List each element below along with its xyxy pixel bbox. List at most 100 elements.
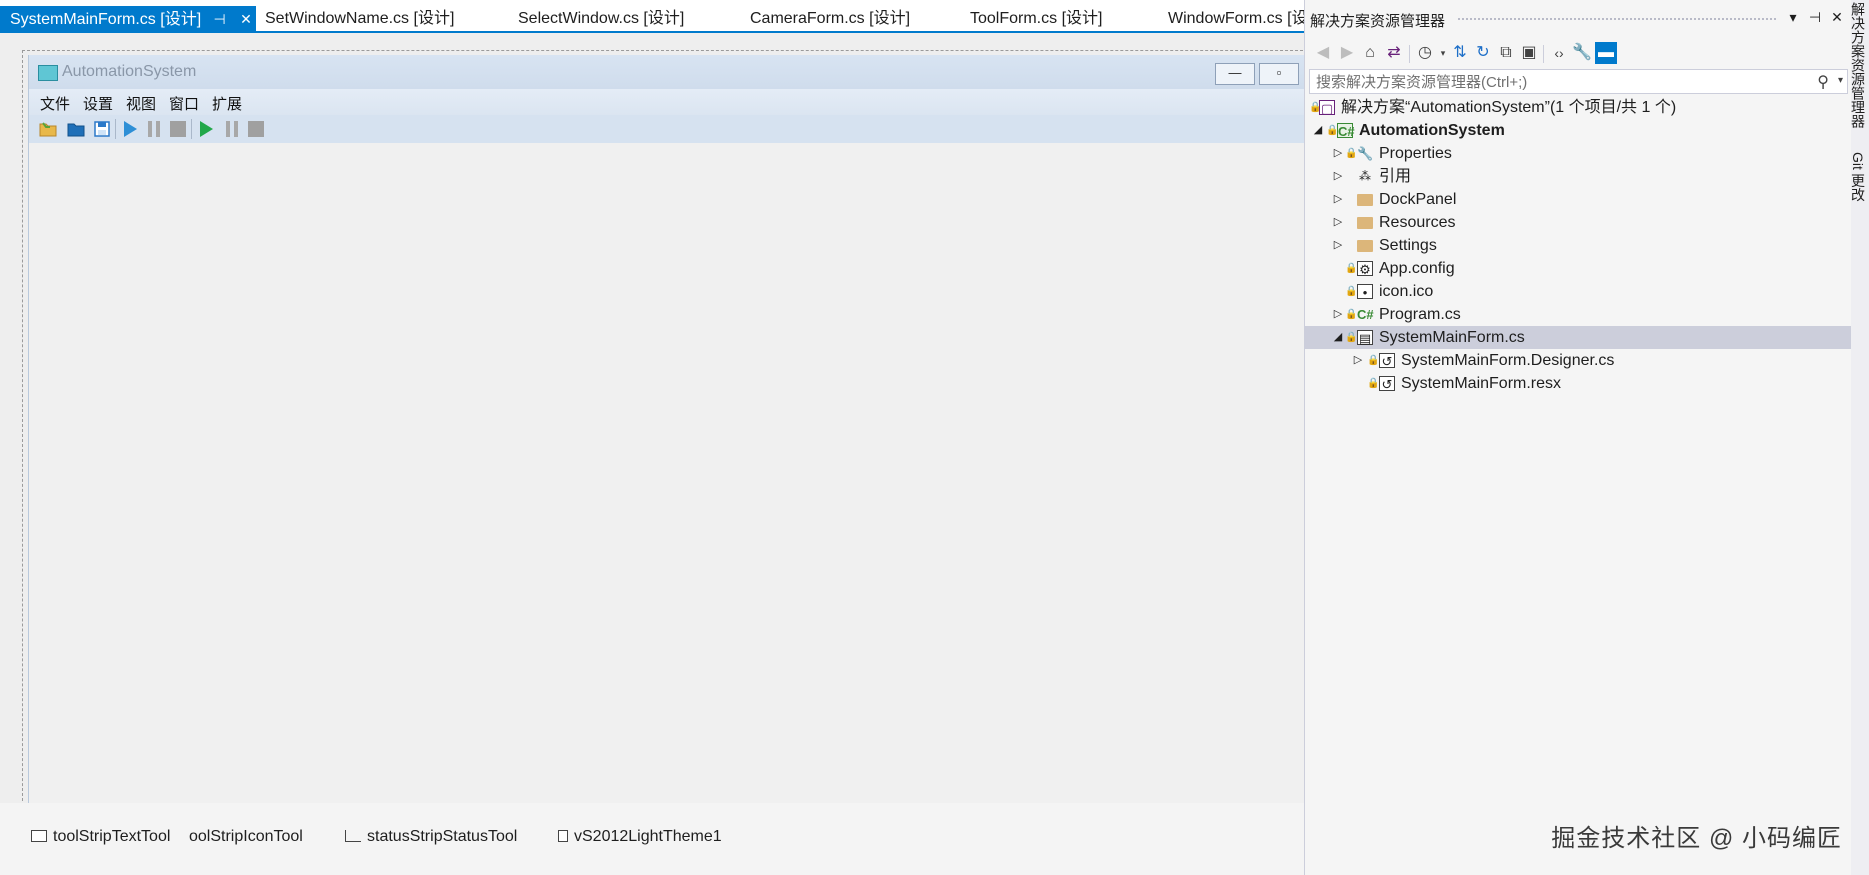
toolstrip-icon: [31, 830, 47, 842]
dropdown-icon[interactable]: ▾: [1784, 9, 1802, 26]
tree-item-dockpanel[interactable]: ▷ DockPanel: [1305, 188, 1852, 211]
play-green-icon[interactable]: [197, 120, 215, 138]
tree-item-systemmainform-cs[interactable]: ◢ 🔒 ▤ SystemMainForm.cs: [1305, 326, 1852, 349]
icon-file-icon: •: [1357, 284, 1373, 300]
tab-setwindowname-design[interactable]: SetWindowName.cs [设计]: [255, 6, 454, 31]
tab-selectwindow-design[interactable]: SelectWindow.cs [设计]: [508, 6, 684, 31]
restore-button[interactable]: ▫: [1259, 63, 1299, 85]
tray-item-toolstriptexttool[interactable]: toolStripTextTool: [31, 828, 170, 846]
tree-item-label: SystemMainForm.Designer.cs: [1401, 352, 1615, 369]
tab-systemmainform-design[interactable]: SystemMainForm.cs [设计] ⊣ ✕: [0, 6, 256, 33]
tree-item-label: 引用: [1379, 168, 1412, 185]
collapse-all-icon[interactable]: ⧉: [1496, 43, 1516, 63]
expander-collapsed-icon[interactable]: ▷: [1331, 188, 1345, 211]
menu-window[interactable]: 窗口: [169, 93, 199, 114]
tree-item-designer-cs[interactable]: ▷ 🔒 ↺ SystemMainForm.Designer.cs: [1305, 349, 1852, 372]
minimize-button[interactable]: —: [1215, 63, 1255, 85]
tree-item-settings[interactable]: ▷ Settings: [1305, 234, 1852, 257]
tree-item-program-cs[interactable]: ▷ 🔒 C# Program.cs: [1305, 303, 1852, 326]
tree-item-label: SystemMainForm.resx: [1401, 375, 1562, 392]
tab-label: SelectWindow.cs [设计]: [518, 10, 685, 27]
preview-icon[interactable]: ▬: [1595, 42, 1617, 64]
expander-expanded-icon[interactable]: ◢: [1331, 326, 1345, 349]
stop-icon[interactable]: [247, 120, 265, 138]
side-tab-solution-explorer[interactable]: 解决方案资源管理器: [1850, 2, 1868, 128]
tree-item-resx[interactable]: 🔒 ↺ SystemMainForm.resx: [1305, 372, 1852, 395]
refresh-icon[interactable]: ↻: [1473, 43, 1493, 63]
tray-item-label: statusStripStatusTool: [367, 828, 518, 845]
resx-file-icon: ↺: [1379, 376, 1395, 392]
chevron-down-icon[interactable]: ▾: [1838, 75, 1843, 86]
folder-icon[interactable]: [67, 120, 85, 138]
menu-file[interactable]: 文件: [40, 93, 70, 114]
tree-item-resources[interactable]: ▷ Resources: [1305, 211, 1852, 234]
side-tab-git-changes[interactable]: Git 更改: [1850, 152, 1868, 202]
form-designer-surface: AutomationSystem — ▫ 文件 设置 视图 窗口 扩展 tool…: [0, 33, 1305, 875]
show-all-files-icon[interactable]: ▣: [1519, 43, 1539, 63]
expander-collapsed-icon[interactable]: ▷: [1331, 211, 1345, 234]
search-input[interactable]: [1314, 70, 1798, 95]
expander-expanded-icon[interactable]: ◢: [1311, 119, 1325, 142]
close-icon[interactable]: ✕: [1828, 9, 1846, 26]
menu-extensions[interactable]: 扩展: [212, 93, 242, 114]
pause-icon[interactable]: [223, 120, 241, 138]
view-code-icon[interactable]: ‹›: [1549, 43, 1569, 63]
tray-item-toolstripicontool[interactable]: oolStripIconTool: [189, 828, 303, 846]
expander-collapsed-icon[interactable]: ▷: [1331, 303, 1345, 326]
forward-icon[interactable]: ▶: [1337, 43, 1357, 63]
expander-collapsed-icon[interactable]: ▷: [1331, 165, 1345, 188]
back-icon[interactable]: ◀: [1313, 43, 1333, 63]
tab-label: CameraForm.cs [设计]: [750, 10, 911, 27]
stop-icon[interactable]: [169, 120, 187, 138]
lock-icon: 🔒: [1367, 378, 1380, 389]
home-icon[interactable]: ⌂: [1360, 43, 1380, 63]
wrench-icon[interactable]: 🔧: [1572, 43, 1592, 63]
tree-item-references[interactable]: ▷ ⁂ 引用: [1305, 165, 1852, 188]
pin-icon[interactable]: ⊣: [1806, 9, 1824, 26]
open-folder-icon[interactable]: [39, 120, 57, 138]
toolbar-separator: [191, 119, 192, 139]
tab-windowform-design[interactable]: WindowForm.cs [设: [1158, 6, 1304, 31]
tree-item-label: Program.cs: [1379, 306, 1461, 323]
expander-collapsed-icon[interactable]: ▷: [1331, 234, 1345, 257]
switch-views-icon[interactable]: ⇄: [1384, 43, 1404, 63]
pause-icon[interactable]: [145, 120, 163, 138]
expander-collapsed-icon[interactable]: ▷: [1331, 142, 1345, 165]
tree-item-properties[interactable]: ▷ 🔒 🔧 Properties: [1305, 142, 1852, 165]
toolbar-separator: [1409, 45, 1410, 63]
pin-icon[interactable]: ⊣: [212, 6, 228, 33]
menu-settings[interactable]: 设置: [83, 93, 113, 114]
solution-explorer-toolbar: ◀ ▶ ⌂ ⇄ ◷ ▾ ⇅ ↻ ⧉ ▣ ‹› 🔧 ▬: [1305, 38, 1852, 68]
toolbar-separator: [115, 119, 116, 139]
tray-item-statusstripstatustool[interactable]: statusStripStatusTool: [345, 828, 517, 846]
form-title: AutomationSystem: [62, 63, 197, 80]
form-title-bar: AutomationSystem — ▫: [29, 55, 1305, 89]
menu-view[interactable]: 视图: [126, 93, 156, 114]
tray-item-label: oolStripIconTool: [189, 828, 303, 845]
solution-explorer-panel: 解决方案资源管理器 ▾ ⊣ ✕ ◀ ▶ ⌂ ⇄ ◷ ▾ ⇅ ↻ ⧉ ▣ ‹› 🔧…: [1304, 0, 1852, 875]
folder-icon: [1357, 240, 1373, 252]
play-icon[interactable]: [121, 120, 139, 138]
close-icon[interactable]: ✕: [238, 6, 254, 33]
tray-item-label: vS2012LightTheme1: [574, 828, 722, 845]
tree-item-label: Resources: [1379, 214, 1456, 231]
tree-item-icon-ico[interactable]: 🔒 • icon.ico: [1305, 280, 1852, 303]
pending-changes-icon[interactable]: ◷: [1415, 43, 1435, 63]
tree-item-app-config[interactable]: 🔒 ⚙ App.config: [1305, 257, 1852, 280]
search-icon[interactable]: ⚲: [1817, 72, 1829, 92]
expander-collapsed-icon[interactable]: ▷: [1351, 349, 1365, 372]
folder-icon: [1357, 194, 1373, 206]
lock-icon: 🔒: [1326, 125, 1339, 136]
statusstrip-icon: [345, 830, 361, 842]
designed-form[interactable]: AutomationSystem — ▫ 文件 设置 视图 窗口 扩展: [28, 55, 1305, 805]
tree-item-project[interactable]: ◢ 🔒 C# AutomationSystem: [1305, 119, 1852, 142]
tray-item-vs2012lighttheme1[interactable]: vS2012LightTheme1: [558, 828, 722, 846]
tree-item-solution[interactable]: 🔒 ▢ 解决方案“AutomationSystem”(1 个项目/共 1 个): [1305, 96, 1852, 119]
tab-label: SetWindowName.cs [设计]: [265, 10, 455, 27]
tab-cameraform-design[interactable]: CameraForm.cs [设计]: [740, 6, 910, 31]
save-icon[interactable]: [93, 120, 111, 138]
tab-toolform-design[interactable]: ToolForm.cs [设计]: [960, 6, 1102, 31]
sync-icon[interactable]: ⇅: [1450, 43, 1470, 63]
solution-search-box[interactable]: ⚲ ▾: [1309, 69, 1848, 95]
drag-grip[interactable]: [1457, 17, 1776, 22]
